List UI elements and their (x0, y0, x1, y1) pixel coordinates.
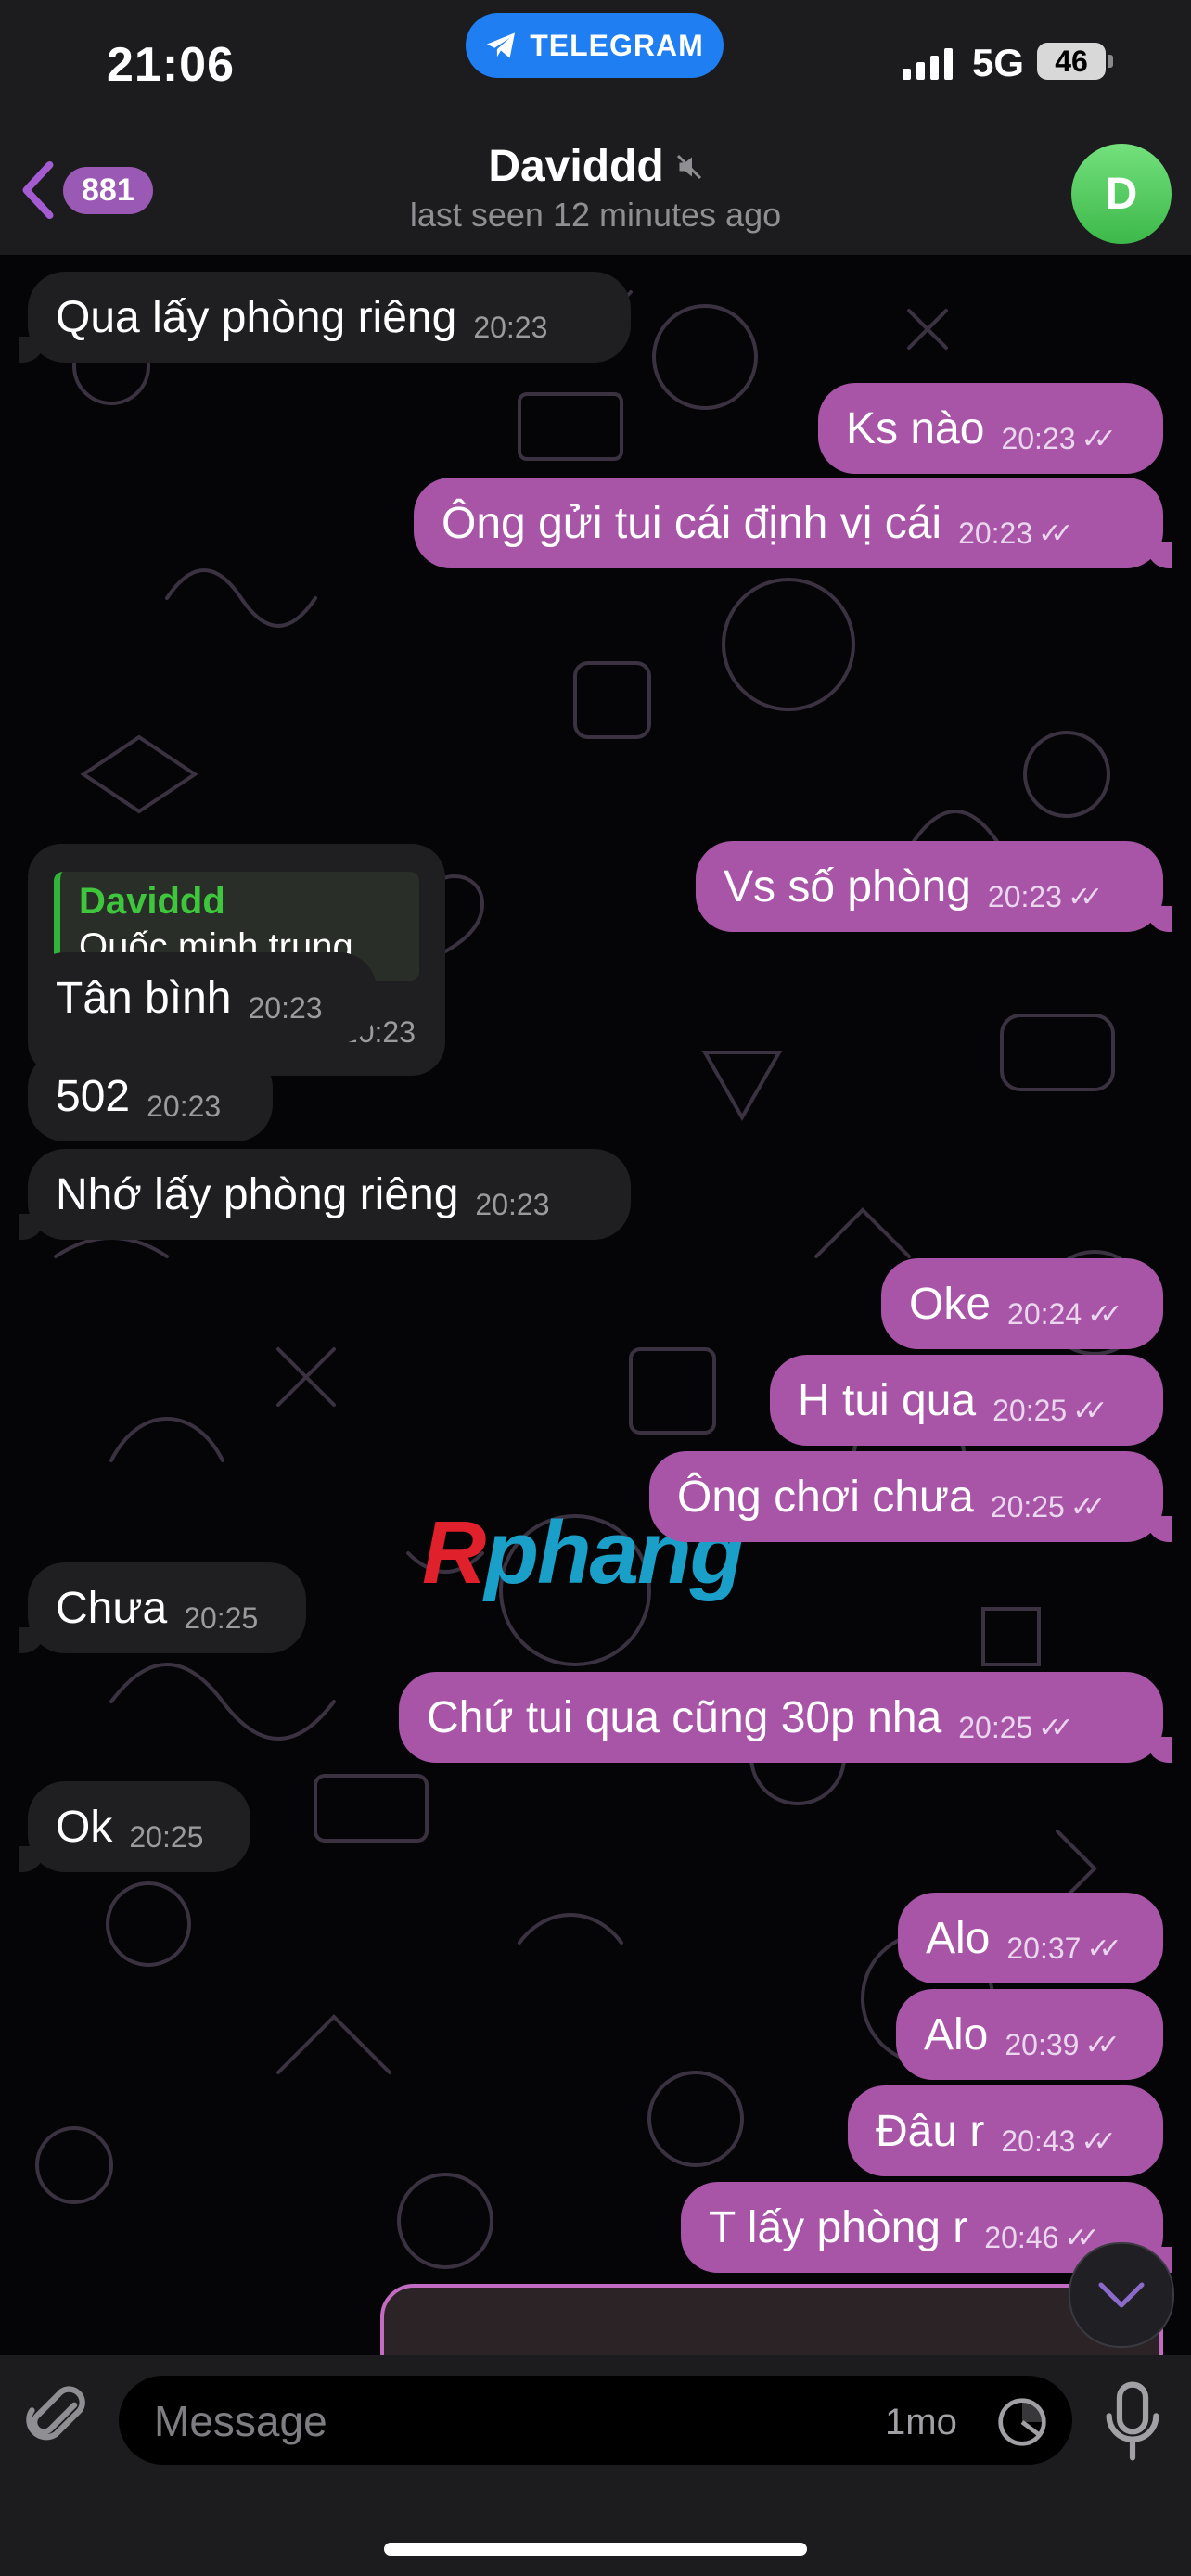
outgoing-message[interactable]: Ks nào 20:23 ✓✓ (818, 383, 1163, 474)
read-checks-icon: ✓✓ (1064, 2222, 1099, 2253)
message-text: Chứ tui qua cũng 30p nha (427, 1692, 942, 1742)
message-text: Alo (924, 2009, 989, 2060)
signal-icon (903, 48, 953, 80)
incoming-message[interactable]: Ok 20:25 (19, 1781, 250, 1872)
message-text: H tui qua (798, 1375, 977, 1425)
scroll-down-button[interactable] (1069, 2242, 1174, 2348)
message-time: 20:23 (958, 516, 1033, 550)
media-message[interactable] (380, 2284, 1163, 2355)
chat-header: 881 Daviddd last seen 12 minutes ago D (0, 121, 1191, 256)
message-time: 20:39 (1005, 2027, 1080, 2061)
chevron-down-icon (1098, 2282, 1145, 2308)
message-text: Chưa (56, 1583, 168, 1633)
message-text: T lấy phòng r (709, 2202, 968, 2252)
message-text: Ks nào (846, 403, 985, 453)
message-time: 20:46 (984, 2220, 1059, 2254)
message-input[interactable] (152, 2392, 805, 2450)
message-time: 20:23 (1001, 421, 1076, 455)
message-time: 20:25 (992, 1393, 1068, 1427)
chat-title: Daviddd (488, 142, 664, 191)
read-checks-icon: ✓✓ (1067, 881, 1103, 912)
incoming-message[interactable]: Chưa 20:25 (19, 1562, 306, 1653)
message-input-box[interactable]: 1mo (119, 2376, 1072, 2465)
paper-plane-icon (487, 32, 516, 58)
message-time: 20:23 (473, 310, 548, 344)
message-text: Ông chơi chưa (677, 1472, 974, 1522)
muted-speaker-icon (676, 154, 701, 179)
chat-title-area[interactable]: Daviddd last seen 12 minutes ago (0, 141, 1191, 235)
message-text: Oke (909, 1279, 992, 1329)
message-time: 20:23 (475, 1187, 550, 1221)
message-time: 20:23 (147, 1089, 222, 1123)
status-bar: 21:06 TELEGRAM 5G 46 (0, 0, 1191, 121)
message-time: 20:25 (958, 1710, 1033, 1744)
message-text: Vs số phòng (724, 861, 971, 912)
message-time: 20:25 (990, 1489, 1065, 1524)
status-time: 21:06 (107, 38, 235, 92)
chat-area[interactable]: Rphang Qua lấy phòng riêng 20:23 Ks nào … (0, 255, 1191, 2355)
read-checks-icon: ✓✓ (1081, 423, 1117, 454)
incoming-message[interactable]: Qua lấy phòng riêng 20:23 (19, 272, 631, 363)
message-text: Ok (56, 1802, 113, 1852)
read-checks-icon: ✓✓ (1081, 2125, 1116, 2157)
telegram-pill-label: TELEGRAM (530, 28, 704, 62)
outgoing-message[interactable]: Ông gửi tui cái định vị cái 20:23 ✓✓ (414, 478, 1172, 568)
home-indicator (384, 2543, 807, 2556)
message-text: Tân bình (56, 973, 232, 1023)
message-time: 20:25 (184, 1600, 259, 1635)
message-time: 20:23 (987, 879, 1062, 913)
read-checks-icon: ✓✓ (1072, 1395, 1108, 1426)
message-time: 20:24 (1007, 1296, 1082, 1331)
message-time: 20:23 (248, 990, 323, 1025)
message-text: 502 (56, 1071, 131, 1121)
message-text: Đâu r (876, 2106, 985, 2156)
avatar-initial: D (1105, 169, 1138, 219)
outgoing-message[interactable]: Vs số phòng 20:23 ✓✓ (696, 841, 1172, 932)
telegram-pill[interactable]: TELEGRAM (466, 13, 724, 78)
read-checks-icon: ✓✓ (1086, 1932, 1121, 1964)
avatar[interactable]: D (1071, 144, 1172, 244)
sticker-icon[interactable] (996, 2396, 1048, 2448)
message-composer: 1mo (0, 2355, 1191, 2576)
incoming-message[interactable]: Nhớ lấy phòng riêng 20:23 (19, 1149, 631, 1240)
outgoing-message[interactable]: Chứ tui qua cũng 30p nha 20:25 ✓✓ (399, 1672, 1172, 1763)
paperclip-icon[interactable] (26, 2381, 91, 2455)
message-text: Alo (926, 1913, 991, 1963)
outgoing-message[interactable]: H tui qua 20:25 ✓✓ (770, 1355, 1163, 1446)
battery-level: 46 (1055, 44, 1088, 78)
outgoing-message[interactable]: Đâu r 20:43 ✓✓ (848, 2085, 1163, 2176)
outgoing-message[interactable]: Ông chơi chưa 20:25 ✓✓ (649, 1451, 1172, 1542)
message-time: 20:25 (129, 1819, 204, 1854)
microphone-icon[interactable] (1100, 2379, 1165, 2463)
battery-icon: 46 (1037, 43, 1113, 80)
auto-delete-timer[interactable]: 1mo (885, 2402, 957, 2443)
quote-author: Daviddd (79, 881, 225, 922)
read-checks-icon: ✓✓ (1038, 517, 1073, 549)
read-checks-icon: ✓✓ (1087, 1298, 1122, 1330)
network-type: 5G (972, 41, 1025, 84)
message-text: Qua lấy phòng riêng (56, 292, 457, 342)
outgoing-message[interactable]: Oke 20:24 ✓✓ (881, 1258, 1163, 1349)
message-text: Nhớ lấy phòng riêng (56, 1169, 459, 1219)
read-checks-icon: ✓✓ (1069, 1491, 1106, 1523)
message-time: 20:37 (1006, 1931, 1082, 1965)
message-time: 20:43 (1001, 2123, 1076, 2158)
outgoing-message[interactable]: Alo 20:37 ✓✓ (898, 1893, 1163, 1983)
last-seen: last seen 12 minutes ago (409, 196, 782, 234)
outgoing-message[interactable]: Alo 20:39 ✓✓ (896, 1989, 1163, 2080)
read-checks-icon: ✓✓ (1084, 2029, 1120, 2060)
incoming-message[interactable]: Tân bình 20:23 (28, 952, 377, 1043)
incoming-message[interactable]: 502 20:23 (28, 1051, 273, 1141)
read-checks-icon: ✓✓ (1038, 1712, 1073, 1743)
message-text: Ông gửi tui cái định vị cái (442, 498, 942, 548)
